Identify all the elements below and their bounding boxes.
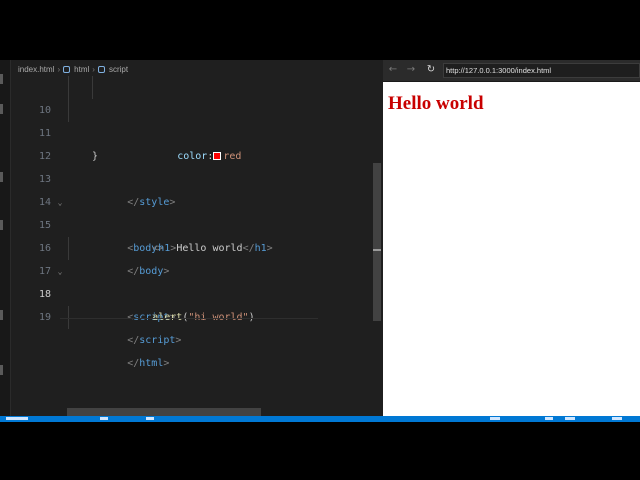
tag-bracket: </: [127, 358, 140, 369]
forward-arrow-icon[interactable]: →: [404, 63, 418, 77]
current-line-highlight: [60, 318, 318, 319]
url-bar[interactable]: http://127.0.0.1:3000/index.html: [443, 63, 640, 78]
code-line[interactable]: 17 alert("hi world"): [10, 237, 372, 323]
tag-bracket: >: [175, 335, 182, 346]
cube-icon: [97, 65, 105, 73]
page-heading: Hello world: [388, 93, 484, 114]
code-line[interactable]: 11 }: [10, 99, 372, 162]
activity-indicator: [0, 310, 3, 320]
chevron-right-icon: ›: [92, 64, 95, 74]
activity-indicator: [0, 104, 3, 114]
tag-name: html: [139, 358, 164, 369]
activity-indicator: [0, 220, 3, 230]
status-item[interactable]: [100, 417, 108, 420]
status-item[interactable]: [6, 417, 28, 420]
scrollbar-cursor-marker: [373, 249, 381, 251]
screen: index.html › html › script 10 color: red …: [0, 0, 640, 480]
code-line[interactable]: 10 color: red: [10, 76, 372, 162]
chevron-right-icon: ›: [57, 64, 61, 74]
code-editor[interactable]: index.html › html › script 10 color: red …: [0, 60, 383, 416]
code-area[interactable]: 10 color: red 11 } 12 </style> 13 ⌄ <bod…: [10, 76, 372, 406]
breadcrumb-node-script[interactable]: script: [109, 65, 128, 74]
horizontal-scrollbar[interactable]: [67, 408, 261, 416]
code-line[interactable]: 12 </style>: [10, 122, 372, 208]
status-bar: [0, 416, 640, 422]
back-arrow-icon[interactable]: ←: [386, 63, 400, 77]
cube-icon: [63, 65, 71, 73]
code-line[interactable]: 13 ⌄ <body>: [10, 145, 372, 254]
status-item[interactable]: [545, 417, 553, 420]
breadcrumb: index.html › html › script: [18, 62, 128, 76]
code-line[interactable]: 16 ⌄ <script>: [10, 214, 372, 323]
vertical-scrollbar[interactable]: [373, 163, 381, 321]
code-line[interactable]: 19 </html>: [10, 283, 372, 369]
activity-indicator: [0, 365, 3, 375]
status-item[interactable]: [490, 417, 500, 420]
code-line[interactable]: 14 <h1>Hello world</h1>: [10, 168, 372, 254]
status-item[interactable]: [612, 417, 622, 420]
status-item[interactable]: [565, 417, 575, 420]
line-number: 19: [38, 312, 51, 323]
activity-indicator: [0, 74, 3, 84]
browser-toolbar: ← → ↻ http://127.0.0.1:3000/index.html: [383, 60, 640, 82]
status-item[interactable]: [146, 417, 154, 420]
tag-bracket: >: [163, 358, 170, 369]
breadcrumb-file[interactable]: index.html: [18, 65, 54, 74]
code-line[interactable]: 15 </body>: [10, 191, 372, 277]
browser-preview[interactable]: ← → ↻ http://127.0.0.1:3000/index.html H…: [383, 60, 640, 416]
breadcrumb-node-html[interactable]: html: [74, 65, 89, 74]
code-line-current[interactable]: 18 </script>: [10, 260, 372, 346]
reload-icon[interactable]: ↻: [424, 63, 438, 77]
activity-indicator: [0, 172, 3, 182]
